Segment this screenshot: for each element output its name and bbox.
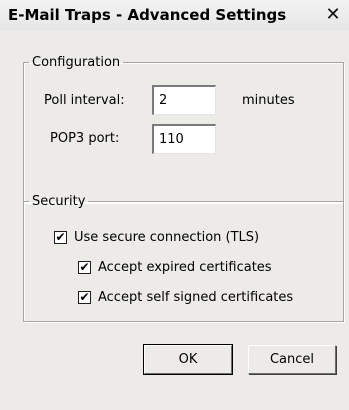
- ok-button[interactable]: OK: [143, 344, 233, 375]
- poll-interval-input[interactable]: [152, 85, 216, 115]
- accept-self-signed-checkbox[interactable]: ✔: [78, 291, 91, 304]
- accept-self-signed-checkbox-row[interactable]: ✔ Accept self signed certificates: [78, 290, 293, 305]
- pop3-port-label: POP3 port:: [50, 131, 120, 146]
- pop3-port-input[interactable]: [152, 124, 216, 154]
- use-tls-label: Use secure connection (TLS): [74, 230, 260, 245]
- use-tls-checkbox[interactable]: ✔: [54, 231, 67, 244]
- accept-expired-label: Accept expired certificates: [98, 260, 272, 275]
- configuration-legend: Configuration: [32, 55, 121, 70]
- cancel-button[interactable]: Cancel: [248, 345, 336, 374]
- use-tls-checkbox-row[interactable]: ✔ Use secure connection (TLS): [54, 230, 259, 245]
- accept-expired-checkbox[interactable]: ✔: [78, 261, 91, 274]
- poll-interval-unit: minutes: [242, 93, 295, 108]
- poll-interval-label: Poll interval:: [44, 93, 125, 108]
- window-title: E-Mail Traps - Advanced Settings: [8, 6, 287, 24]
- dialog-body: Configuration Poll interval: minutes POP…: [0, 30, 349, 410]
- title-bar: E-Mail Traps - Advanced Settings ✕: [0, 0, 349, 30]
- close-icon[interactable]: ✕: [323, 5, 343, 25]
- accept-self-signed-label: Accept self signed certificates: [98, 290, 294, 305]
- security-legend: Security: [32, 194, 86, 209]
- accept-expired-checkbox-row[interactable]: ✔ Accept expired certificates: [78, 260, 272, 275]
